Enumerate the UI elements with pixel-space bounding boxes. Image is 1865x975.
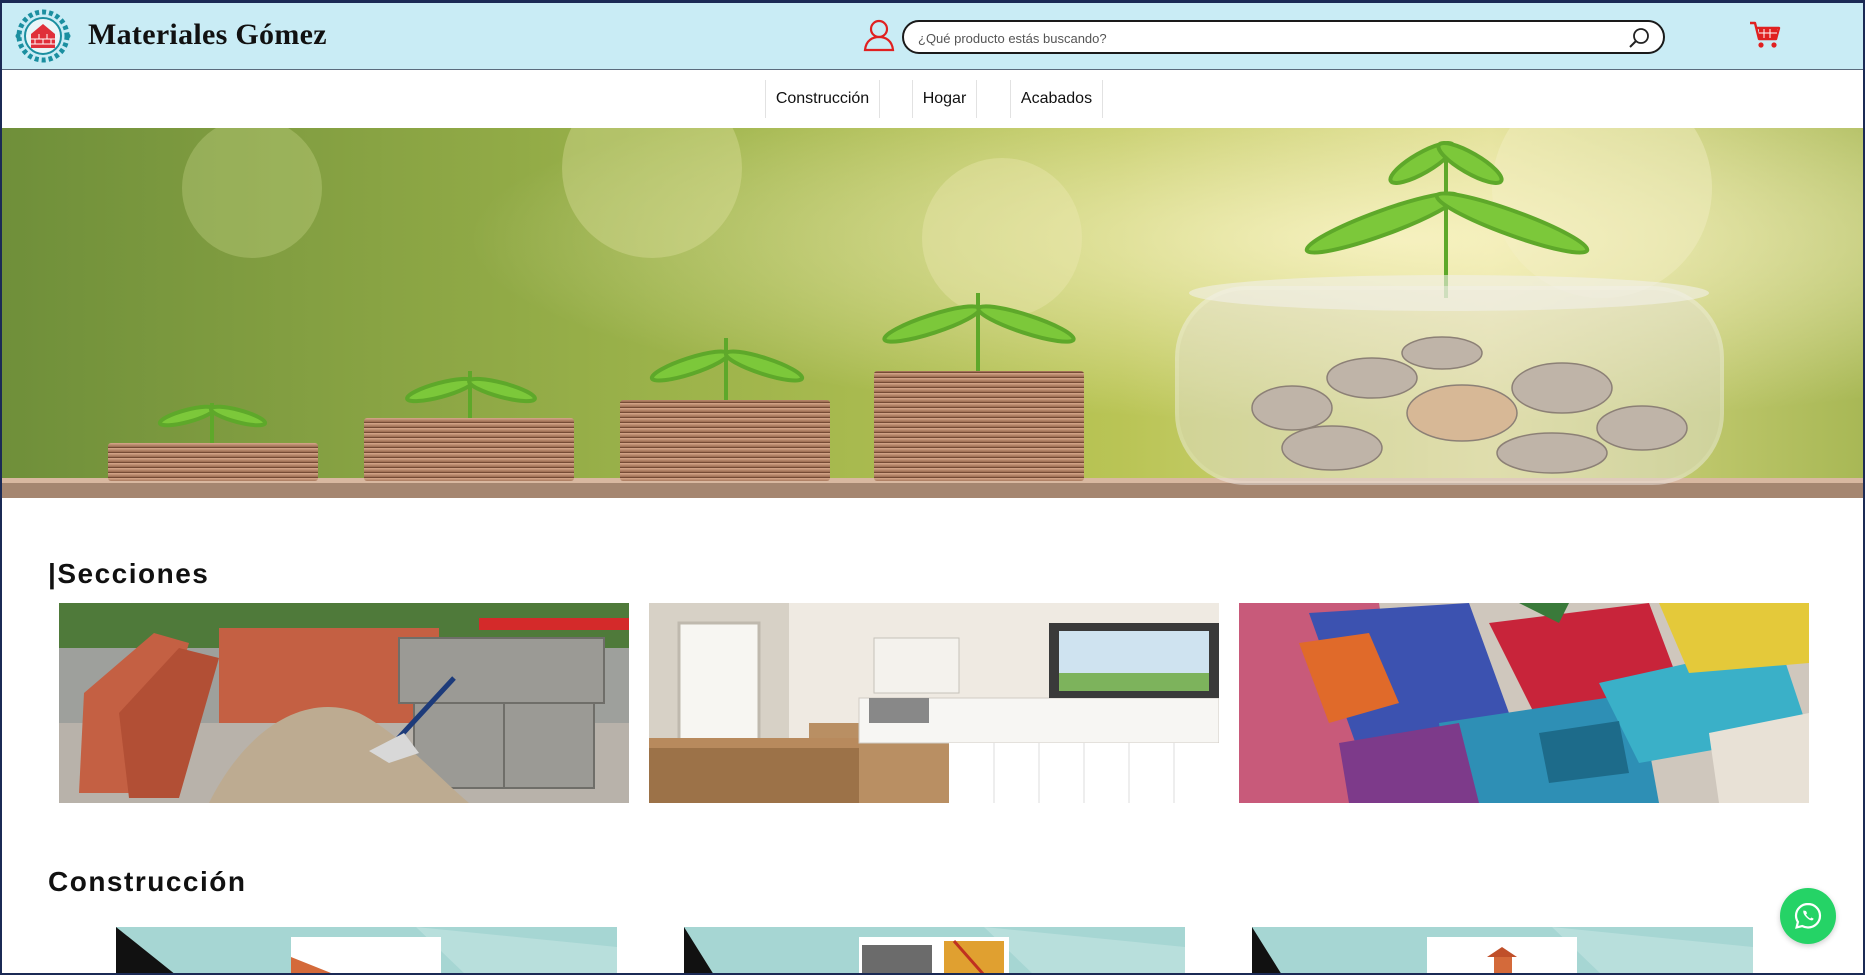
nav-item-acabados[interactable]: Acabados <box>1010 80 1103 118</box>
site-header: Materiales Gómez <box>0 0 1865 70</box>
product-card[interactable] <box>1252 927 1753 975</box>
user-icon[interactable] <box>862 18 896 52</box>
nav-item-construccion[interactable]: Construcción <box>765 80 880 118</box>
search-input[interactable] <box>918 27 1598 49</box>
sections-heading: |Secciones <box>48 558 210 589</box>
brand-name[interactable]: Materiales Gómez <box>88 18 327 52</box>
whatsapp-icon <box>1794 902 1822 929</box>
product-card[interactable] <box>684 927 1185 975</box>
product-card[interactable] <box>116 927 617 975</box>
nav-item-hogar[interactable]: Hogar <box>912 80 977 118</box>
section-card-construccion[interactable] <box>59 603 629 803</box>
whatsapp-button[interactable] <box>1780 888 1836 944</box>
section-card-hogar[interactable] <box>649 603 1219 803</box>
construccion-heading: Construcción <box>48 866 247 897</box>
hero-banner-image <box>2 128 1863 498</box>
main-nav: Construcción Hogar Acabados <box>0 71 1865 128</box>
cart-icon[interactable] <box>1748 20 1782 50</box>
coin-jar <box>1175 275 1724 485</box>
search-bar <box>902 20 1665 54</box>
search-icon[interactable] <box>1627 26 1651 50</box>
logo-icon[interactable] <box>10 8 76 64</box>
section-card-acabados[interactable] <box>1239 603 1809 803</box>
